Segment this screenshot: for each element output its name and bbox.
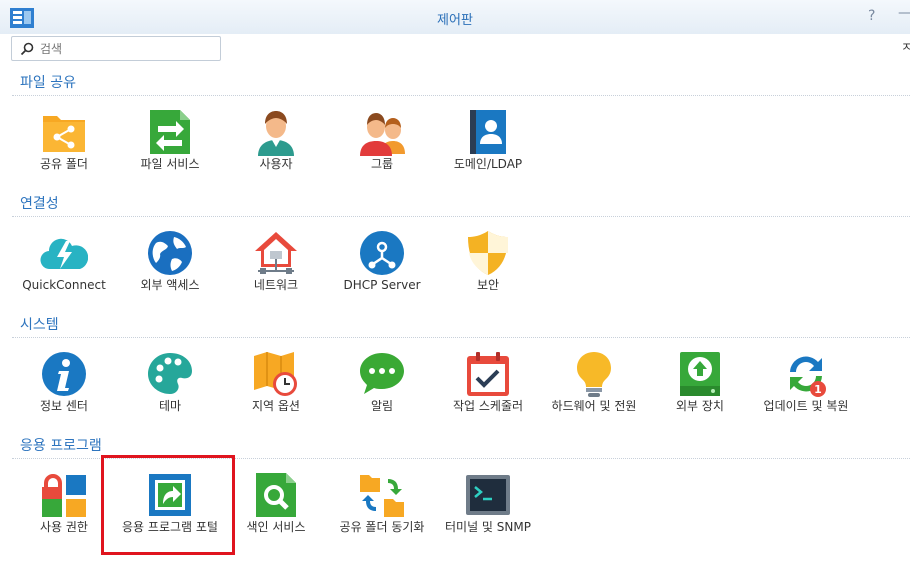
hardware-power-item[interactable]: 하드웨어 및 전원 xyxy=(539,350,649,420)
shared-folder-sync-item[interactable]: 공유 폴더 동기화 xyxy=(327,471,437,541)
search-box[interactable] xyxy=(11,36,221,61)
notification-item[interactable]: 알림 xyxy=(327,350,437,420)
map-clock-icon xyxy=(254,352,297,396)
palette-icon xyxy=(148,353,192,394)
section-divider xyxy=(12,216,910,217)
info-center-label: 정보 센터 xyxy=(40,399,88,413)
network-house-icon xyxy=(255,232,297,274)
external-devices-label: 외부 장치 xyxy=(676,399,724,413)
search-icon xyxy=(20,42,34,56)
external-drive-icon xyxy=(680,352,720,396)
quickconnect-cloud-icon xyxy=(40,238,88,270)
shared-folder-item[interactable]: 공유 폴더 xyxy=(9,108,119,178)
external-access-label: 외부 액세스 xyxy=(140,278,200,292)
section-title-system: 시스템 xyxy=(20,317,59,333)
regional-options-item[interactable]: 지역 옵션 xyxy=(221,350,331,420)
shield-icon xyxy=(468,231,508,275)
task-scheduler-item[interactable]: 작업 스케줄러 xyxy=(433,350,543,420)
security-label: 보안 xyxy=(476,278,500,292)
group-item[interactable]: 그룹 xyxy=(327,108,437,178)
update-restore-label: 업데이트 및 복원 xyxy=(763,399,849,413)
quickconnect-label: QuickConnect xyxy=(22,278,106,292)
domain-ldap-item[interactable]: 도메인/LDAP xyxy=(433,108,543,178)
indexing-service-label: 색인 서비스 xyxy=(246,520,306,534)
file-services-label: 파일 서비스 xyxy=(140,157,200,171)
shared-folder-sync-label: 공유 폴더 동기화 xyxy=(339,520,425,534)
user-item[interactable]: 사용자 xyxy=(221,108,331,178)
search-input[interactable] xyxy=(40,40,210,57)
terminal-snmp-item[interactable]: 터미널 및 SNMP xyxy=(433,471,543,541)
lightbulb-icon xyxy=(577,352,611,397)
folder-sync-icon xyxy=(360,475,404,517)
calendar-check-icon xyxy=(467,352,509,396)
notification-label: 알림 xyxy=(370,399,394,413)
minimize-button[interactable]: — xyxy=(898,5,910,21)
group-label: 그룹 xyxy=(370,157,394,171)
dhcp-server-item[interactable]: DHCP Server xyxy=(327,229,437,299)
network-item[interactable]: 네트워크 xyxy=(221,229,331,299)
highlight-box xyxy=(101,455,235,555)
section-title-file-sharing: 파일 공유 xyxy=(20,75,76,91)
quickconnect-item[interactable]: QuickConnect xyxy=(9,229,119,299)
terminal-snmp-label: 터미널 및 SNMP xyxy=(445,520,531,534)
globe-icon xyxy=(148,231,192,275)
title-bar: 제어판 ? — xyxy=(0,0,910,34)
directory-book-icon xyxy=(470,110,506,154)
chat-bubble-icon xyxy=(360,353,404,394)
security-item[interactable]: 보안 xyxy=(433,229,543,299)
section-divider xyxy=(12,95,910,96)
indexing-service-item[interactable]: 색인 서비스 xyxy=(221,471,331,541)
update-count-badge: 1 xyxy=(814,383,822,396)
section-title-connectivity: 연결성 xyxy=(20,196,59,212)
update-restore-item[interactable]: 1 업데이트 및 복원 xyxy=(751,350,861,420)
regional-options-label: 지역 옵션 xyxy=(252,399,300,413)
info-icon xyxy=(42,352,86,396)
domain-ldap-label: 도메인/LDAP xyxy=(453,157,523,171)
file-services-icon xyxy=(150,110,190,154)
terminal-icon xyxy=(466,475,510,515)
group-icon xyxy=(360,113,405,156)
shared-folder-label: 공유 폴더 xyxy=(40,157,88,171)
help-button[interactable]: ? xyxy=(868,8,875,24)
info-center-item[interactable]: 정보 센터 xyxy=(9,350,119,420)
hardware-power-label: 하드웨어 및 전원 xyxy=(551,399,637,413)
external-devices-item[interactable]: 외부 장치 xyxy=(645,350,755,420)
task-scheduler-label: 작업 스케줄러 xyxy=(452,399,524,413)
dhcp-server-label: DHCP Server xyxy=(343,278,421,292)
section-divider xyxy=(12,337,910,338)
theme-label: 테마 xyxy=(158,399,182,413)
update-refresh-icon: 1 xyxy=(790,356,826,397)
network-label: 네트워크 xyxy=(253,278,299,292)
clipped-label: ㅈ xyxy=(901,40,910,54)
file-services-item[interactable]: 파일 서비스 xyxy=(115,108,225,178)
magnifier-doc-icon xyxy=(256,473,296,517)
external-access-item[interactable]: 외부 액세스 xyxy=(115,229,225,299)
section-title-applications: 응용 프로그램 xyxy=(20,438,102,454)
user-icon xyxy=(258,111,294,156)
lock-grid-icon xyxy=(42,474,86,517)
shared-folder-icon xyxy=(43,116,85,152)
window-title: 제어판 xyxy=(437,13,473,28)
theme-item[interactable]: 테마 xyxy=(115,350,225,420)
user-label: 사용자 xyxy=(259,157,293,171)
dhcp-network-icon xyxy=(360,231,404,275)
